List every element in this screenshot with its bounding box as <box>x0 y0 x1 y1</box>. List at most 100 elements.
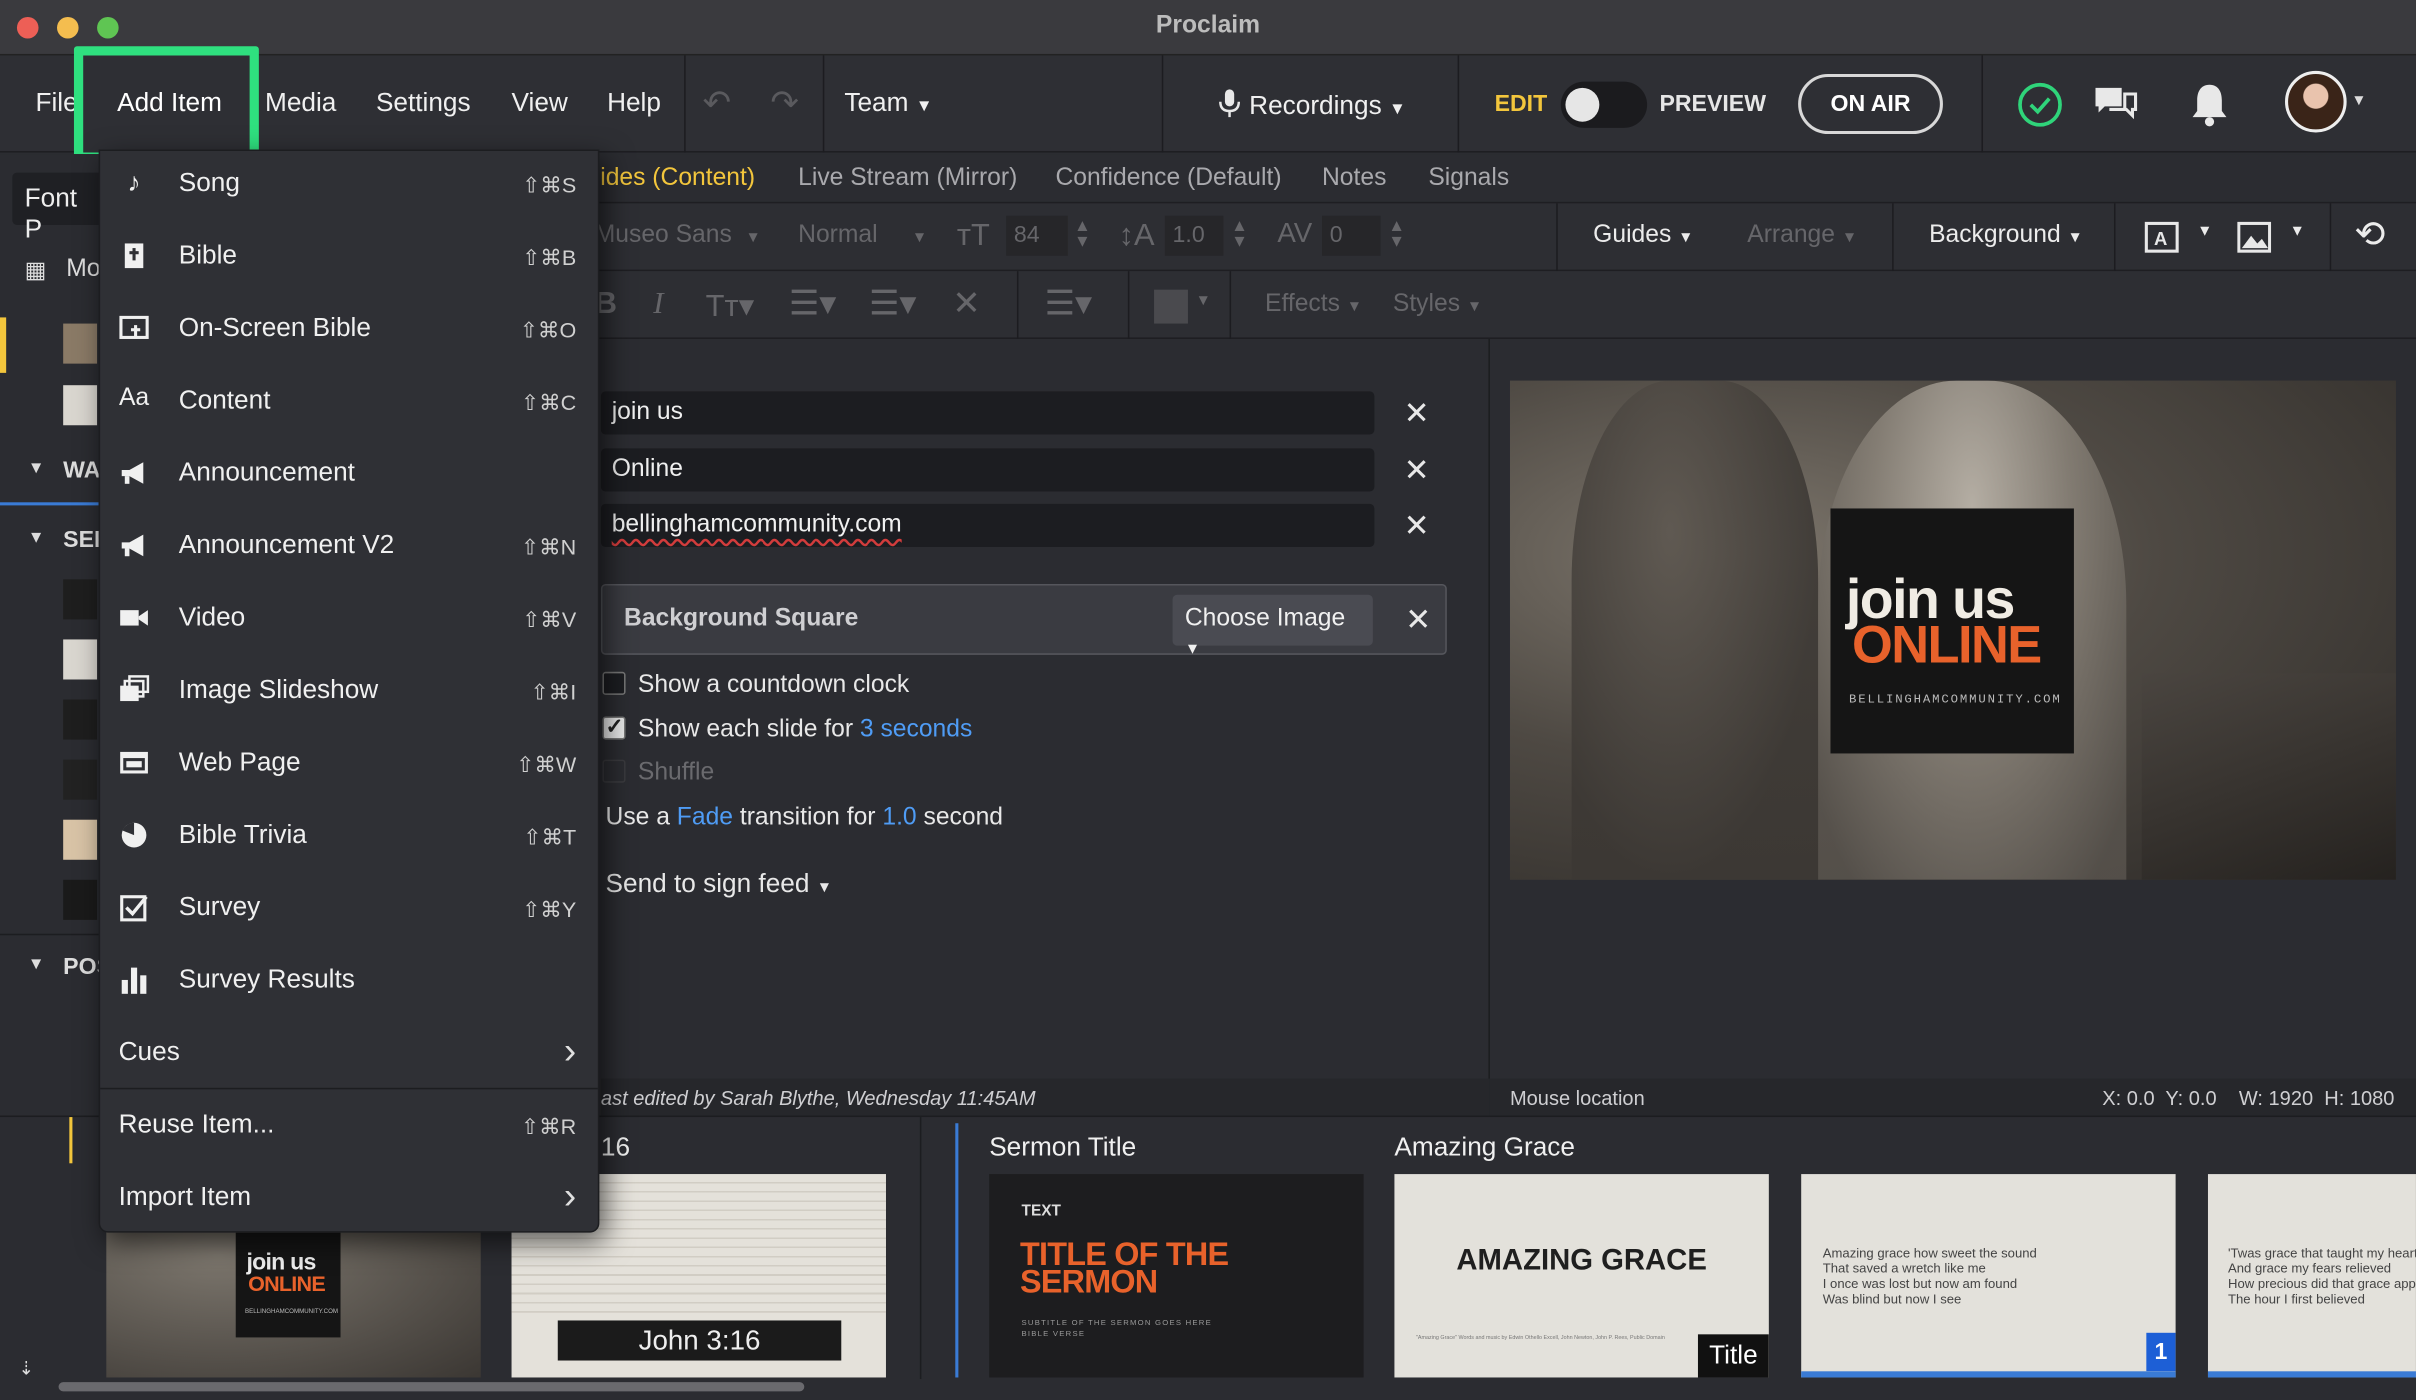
item-thumbnail[interactable] <box>63 323 98 364</box>
menu-settings[interactable]: Settings <box>376 88 471 119</box>
chat-icon[interactable] <box>2091 80 2140 129</box>
menu-media[interactable]: Media <box>265 88 336 119</box>
transition-duration-link[interactable]: 1.0 <box>882 804 916 830</box>
remove-field-icon[interactable]: ✕ <box>1404 394 1430 433</box>
menu-help[interactable]: Help <box>607 88 661 119</box>
text-color-swatch[interactable] <box>1154 289 1188 324</box>
menu-item-web-page[interactable]: Web Page ⇧⌘W <box>100 730 598 801</box>
clear-format-icon[interactable]: ✕ <box>952 284 980 324</box>
slide-thumbnail[interactable]: AMAZING GRACE "Amazing Grace" Words and … <box>1394 1174 1769 1378</box>
text-field-1[interactable]: join us <box>600 391 1375 435</box>
tab-confidence[interactable]: Confidence (Default) <box>1055 165 1281 193</box>
font-panel-button[interactable]: Font P <box>12 172 105 243</box>
menu-item-survey[interactable]: Survey ⇧⌘Y <box>100 875 598 946</box>
menu-item-image-slideshow[interactable]: Image Slideshow ⇧⌘I <box>100 658 598 729</box>
countdown-option[interactable]: Show a countdown clock <box>602 671 909 700</box>
item-thumbnail[interactable] <box>63 579 98 620</box>
chevron-down-icon[interactable]: ▼ <box>2290 223 2305 240</box>
font-weight-dropdown[interactable]: Normal ▼ <box>798 222 927 250</box>
italic-icon[interactable]: I <box>653 287 663 322</box>
sync-ok-icon[interactable] <box>2015 80 2064 129</box>
slide-preview[interactable]: join us ONLINE BELLINGHAMCOMMUNITY.COM <box>1509 380 2396 880</box>
horizontal-scrollbar[interactable] <box>58 1382 805 1392</box>
menu-item-bible[interactable]: Bible ⇧⌘B <box>100 223 598 294</box>
guides-dropdown[interactable]: Guides ▼ <box>1593 222 1693 250</box>
show-each-duration-link[interactable]: 3 seconds <box>860 716 972 742</box>
chevron-down-icon[interactable]: ▼ <box>1196 293 1211 310</box>
slide-thumbnail[interactable]: 'Twas grace that taught my heart t And g… <box>2207 1174 2416 1378</box>
choose-image-dropdown[interactable]: Choose Image ▼ <box>1172 594 1373 658</box>
team-dropdown[interactable]: Team ▼ <box>844 88 932 119</box>
indent-icon[interactable]: ☰▾ <box>869 284 916 324</box>
font-family-dropdown[interactable]: Museo Sans ▼ <box>595 222 761 250</box>
effects-dropdown[interactable]: Effects ▼ <box>1265 291 1362 319</box>
slide-thumbnail[interactable]: TEXT TITLE OF THE SERMON SUBTITLE OF THE… <box>989 1174 1364 1378</box>
undo-icon[interactable]: ↶ <box>703 83 731 123</box>
redo-icon[interactable]: ↷ <box>770 83 798 123</box>
font-size-input[interactable]: 84 <box>1006 215 1068 256</box>
menu-item-import-item[interactable]: Import Item › <box>100 1165 598 1236</box>
menu-item-bible-trivia[interactable]: Bible Trivia ⇧⌘T <box>100 803 598 874</box>
text-field-3[interactable]: bellinghamcommunity.com <box>600 503 1375 547</box>
remove-background-icon[interactable]: ✕ <box>1405 601 1431 640</box>
menu-item-cues[interactable]: Cues › <box>100 1020 598 1091</box>
item-thumbnail[interactable] <box>63 699 98 740</box>
edit-preview-toggle[interactable] <box>1560 81 1648 128</box>
arrange-dropdown[interactable]: Arrange ▼ <box>1747 222 1857 250</box>
item-thumbnail[interactable] <box>63 385 98 426</box>
tab-slides-content[interactable]: lides (Content) <box>595 165 755 193</box>
menu-item-content[interactable]: Aa Content ⇧⌘C <box>100 368 598 439</box>
item-thumbnail[interactable] <box>63 819 98 860</box>
menu-item-song[interactable]: ♪ Song ⇧⌘S <box>100 151 598 222</box>
shuffle-checkbox[interactable] <box>602 759 626 783</box>
menu-item-video[interactable]: Video ⇧⌘V <box>100 586 598 657</box>
background-dropdown[interactable]: Background ▼ <box>1929 222 2083 250</box>
chevron-down-icon[interactable]: ▼ <box>2351 92 2366 109</box>
text-case-icon[interactable]: Tт▾ <box>706 287 754 326</box>
transition-type-link[interactable]: Fade <box>677 804 733 830</box>
on-air-button[interactable]: ON AIR <box>1798 73 1943 135</box>
shuffle-option[interactable]: Shuffle <box>602 759 714 788</box>
line-height-stepper[interactable]: ▲ ▼ <box>1231 218 1248 250</box>
remove-field-icon[interactable]: ✕ <box>1404 451 1430 490</box>
user-avatar[interactable] <box>2285 70 2347 133</box>
item-thumbnail[interactable] <box>63 759 98 800</box>
menu-item-announcement-v2[interactable]: Announcement V2 ⇧⌘N <box>100 513 598 584</box>
expand-strip-icon[interactable]: ⇣ <box>18 1357 34 1379</box>
menu-add-item[interactable]: Add Item <box>73 46 259 162</box>
recordings-dropdown[interactable]: Recordings ▼ <box>1217 88 1406 122</box>
letter-spacing-input[interactable]: 0 <box>1322 215 1381 256</box>
styles-dropdown[interactable]: Styles ▼ <box>1393 291 1482 319</box>
font-size-stepper[interactable]: ▲ ▼ <box>1074 218 1091 250</box>
collapse-icon[interactable]: ▼ <box>28 459 45 477</box>
text-box-icon[interactable]: A <box>2143 220 2180 254</box>
align-icon[interactable]: ☰▾ <box>1045 284 1092 324</box>
send-to-sign-dropdown[interactable]: Send to sign feed ▼ <box>606 869 832 900</box>
slide-thumbnail[interactable]: Amazing grace how sweet the sound That s… <box>1801 1174 2176 1378</box>
collapse-icon[interactable]: ▼ <box>28 528 45 546</box>
tab-signals[interactable]: Signals <box>1428 165 1509 193</box>
menu-view[interactable]: View <box>512 88 568 119</box>
reset-icon[interactable]: ⟲ <box>2354 213 2385 258</box>
menu-item-reuse-item[interactable]: Reuse Item... ⇧⌘R <box>100 1092 598 1163</box>
text-field-2[interactable]: Online <box>600 448 1375 492</box>
tab-notes[interactable]: Notes <box>1322 165 1386 193</box>
item-thumbnail[interactable] <box>63 879 98 920</box>
item-thumbnail[interactable] <box>63 639 98 680</box>
collapse-icon[interactable]: ▼ <box>28 955 45 973</box>
letter-spacing-stepper[interactable]: ▲ ▼ <box>1388 218 1405 250</box>
menu-item-announcement[interactable]: Announcement <box>100 441 598 512</box>
countdown-checkbox[interactable] <box>602 671 626 695</box>
line-height-input[interactable]: 1.0 <box>1164 215 1224 256</box>
show-each-checkbox[interactable] <box>602 713 626 740</box>
bell-icon[interactable] <box>2185 80 2234 129</box>
menu-file[interactable]: File <box>35 88 77 119</box>
bullet-list-icon[interactable]: ☰▾ <box>789 284 836 324</box>
tab-live-stream[interactable]: Live Stream (Mirror) <box>798 165 1017 193</box>
chevron-down-icon[interactable]: ▼ <box>2197 223 2212 240</box>
show-each-option[interactable]: Show each slide for 3 seconds <box>602 713 972 744</box>
menu-item-on-screen-bible[interactable]: On-Screen Bible ⇧⌘O <box>100 296 598 367</box>
remove-field-icon[interactable]: ✕ <box>1404 507 1430 546</box>
insert-image-icon[interactable] <box>2237 220 2272 254</box>
menu-item-survey-results[interactable]: Survey Results <box>100 948 598 1019</box>
